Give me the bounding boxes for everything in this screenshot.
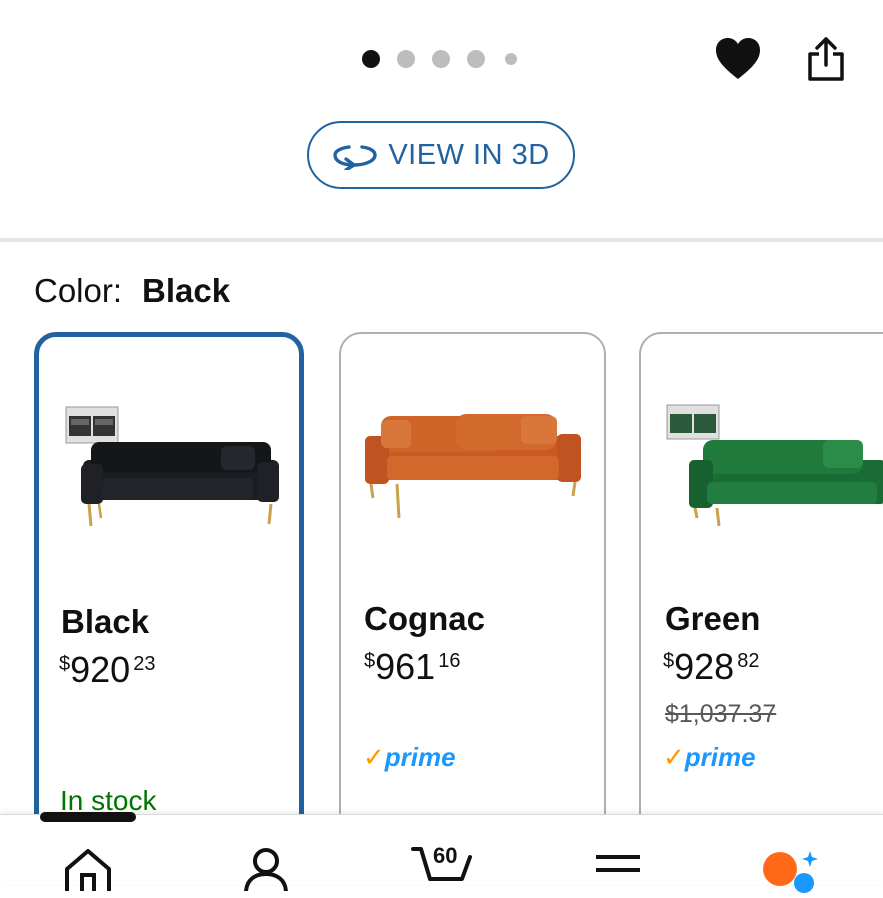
share-icon (808, 37, 844, 81)
sofa-cognac-image (365, 414, 581, 519)
price-whole: 920 (70, 649, 131, 690)
nav-rufus[interactable] (762, 847, 824, 898)
color-option-price: $920 23 (59, 649, 155, 691)
cart-count: 60 (433, 843, 458, 868)
prime-badge: ✓prime (363, 742, 456, 773)
price-symbol: $ (364, 650, 376, 672)
price-symbol: $ (59, 653, 71, 675)
nav-home[interactable] (62, 845, 114, 896)
carousel-dot-3[interactable] (432, 50, 450, 68)
view-in-3d-label: VIEW IN 3D (388, 138, 550, 171)
heart-icon (716, 38, 760, 79)
nav-menu[interactable] (596, 855, 640, 890)
price-whole: 928 (674, 646, 735, 687)
rotate-3d-icon (333, 145, 378, 170)
color-label-text: Color: (34, 272, 123, 309)
carousel-dot-5[interactable] (505, 53, 517, 65)
sofa-black-image (65, 406, 279, 527)
carousel-dot-4[interactable] (467, 50, 485, 68)
selected-color-value: Black (142, 272, 231, 309)
sofa-green-image (666, 404, 883, 527)
view-in-3d-button[interactable]: VIEW IN 3D (307, 121, 575, 189)
price-whole: 961 (375, 646, 436, 687)
prime-label: prime (684, 742, 756, 772)
color-option-cognac[interactable]: Cognac $961 16 ✓prime (339, 332, 606, 852)
color-option-name: Black (61, 603, 150, 640)
color-option-name: Cognac (364, 600, 486, 637)
list-price: $1,037.37 (665, 700, 777, 728)
account-icon (244, 848, 288, 894)
menu-icon (596, 855, 640, 872)
carousel-dot-1[interactable] (362, 50, 380, 68)
color-option-name: Green (665, 600, 761, 637)
color-option-price: $961 16 (364, 646, 460, 688)
prime-check-icon: ✓ (363, 742, 385, 772)
favorite-button[interactable] (714, 35, 762, 83)
price-fraction: 16 (438, 650, 461, 672)
prime-label: prime (384, 742, 456, 772)
share-button[interactable] (804, 35, 848, 83)
color-selector-label: Color: Black (34, 272, 230, 310)
scroll-indicator (40, 812, 136, 822)
nav-account[interactable] (242, 845, 290, 896)
carousel-dot-2[interactable] (397, 50, 415, 68)
price-fraction: 82 (737, 650, 760, 672)
color-option-black[interactable]: Black $920 23 In stock (34, 332, 304, 852)
rufus-icon (763, 851, 818, 893)
color-option-green[interactable]: Green $928 82 $1,037.37 ✓prime (639, 332, 883, 852)
prime-check-icon: ✓ (663, 742, 685, 772)
color-option-price: $928 82 (663, 646, 759, 688)
price-symbol: $ (663, 650, 675, 672)
bottom-navigation: 60 (0, 814, 883, 895)
price-fraction: 23 (133, 653, 156, 675)
prime-badge: ✓prime (663, 742, 756, 773)
section-divider (0, 238, 883, 242)
home-icon (65, 849, 111, 895)
